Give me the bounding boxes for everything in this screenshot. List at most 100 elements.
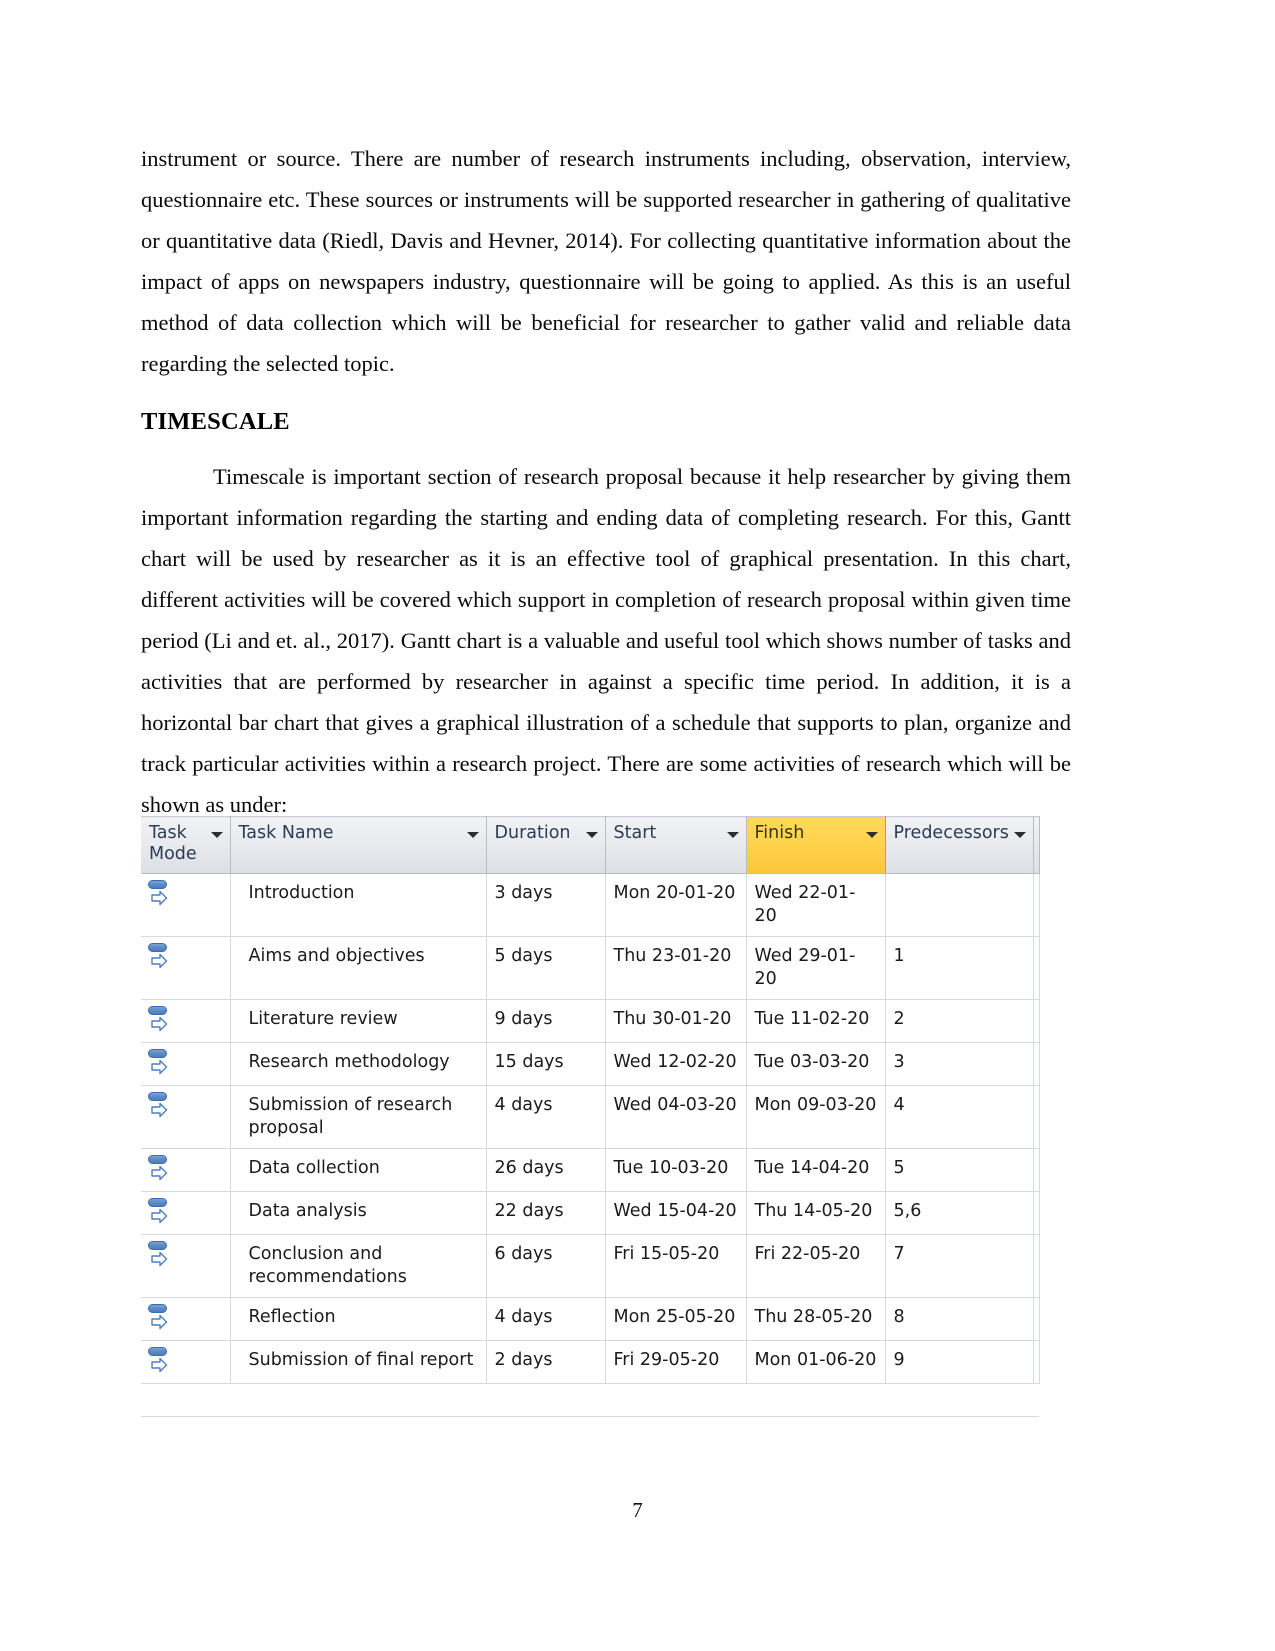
cell-extra[interactable] bbox=[1033, 1297, 1040, 1341]
auto-scheduled-icon[interactable] bbox=[148, 1304, 170, 1334]
column-header-task-name[interactable]: Task Name bbox=[230, 816, 487, 874]
cell-task-mode[interactable] bbox=[141, 1085, 231, 1149]
auto-scheduled-icon[interactable] bbox=[148, 1049, 170, 1079]
cell-extra[interactable] bbox=[1033, 873, 1040, 937]
cell-task-mode[interactable] bbox=[141, 1234, 231, 1298]
cell-finish[interactable]: Mon 01-06-20 bbox=[746, 1340, 886, 1384]
cell-duration[interactable]: 9 days bbox=[486, 999, 606, 1043]
cell-duration[interactable]: 2 days bbox=[486, 1340, 606, 1384]
cell-duration[interactable]: 4 days bbox=[486, 1085, 606, 1149]
filter-arrow-icon[interactable] bbox=[210, 832, 223, 838]
cell-predecessors[interactable]: 9 bbox=[885, 1340, 1034, 1384]
table-row[interactable]: Research methodology 15 days Wed 12-02-20 T… bbox=[141, 1042, 1040, 1086]
cell-predecessors[interactable]: 5,6 bbox=[885, 1191, 1034, 1235]
cell-start[interactable]: Fri 15-05-20 bbox=[605, 1234, 747, 1298]
cell-task-name[interactable]: Aims and objectives bbox=[230, 936, 487, 1000]
cell-task-name[interactable]: Data collection bbox=[230, 1148, 487, 1192]
cell-start[interactable]: Thu 30-01-20 bbox=[605, 999, 747, 1043]
cell-task-name[interactable]: Reflection bbox=[230, 1297, 487, 1341]
cell-finish[interactable]: Tue 14-04-20 bbox=[746, 1148, 886, 1192]
cell-predecessors[interactable]: 8 bbox=[885, 1297, 1034, 1341]
cell-task-mode[interactable] bbox=[141, 999, 231, 1043]
cell-task-mode[interactable] bbox=[141, 873, 231, 937]
table-row[interactable]: Submission of final report 2 days Fri 29-0… bbox=[141, 1340, 1040, 1384]
cell-task-name[interactable]: Research methodology bbox=[230, 1042, 487, 1086]
column-header-start[interactable]: Start bbox=[605, 816, 747, 874]
cell-finish[interactable]: Thu 28-05-20 bbox=[746, 1297, 886, 1341]
cell-duration[interactable]: 4 days bbox=[486, 1297, 606, 1341]
column-header-task-mode[interactable]: Task Mode bbox=[141, 816, 231, 874]
filter-arrow-icon[interactable] bbox=[726, 832, 739, 838]
table-row[interactable]: Reflection 4 days Mon 25-05-20 Thu 28-05-20… bbox=[141, 1297, 1040, 1341]
auto-scheduled-icon[interactable] bbox=[148, 1198, 170, 1228]
cell-predecessors[interactable]: 4 bbox=[885, 1085, 1034, 1149]
cell-task-mode[interactable] bbox=[141, 1191, 231, 1235]
auto-scheduled-icon[interactable] bbox=[148, 1155, 170, 1185]
cell-extra[interactable] bbox=[1033, 1234, 1040, 1298]
filter-arrow-icon[interactable] bbox=[466, 832, 479, 838]
cell-predecessors[interactable]: 1 bbox=[885, 936, 1034, 1000]
cell-start[interactable]: Fri 29-05-20 bbox=[605, 1340, 747, 1384]
cell-predecessors[interactable]: 3 bbox=[885, 1042, 1034, 1086]
table-row[interactable]: Data collection 26 days Tue 10-03-20 Tue 14… bbox=[141, 1148, 1040, 1192]
auto-scheduled-icon[interactable] bbox=[148, 880, 170, 910]
cell-duration[interactable]: 22 days bbox=[486, 1191, 606, 1235]
cell-task-name[interactable]: Data analysis bbox=[230, 1191, 487, 1235]
cell-extra[interactable] bbox=[1033, 1191, 1040, 1235]
auto-scheduled-icon[interactable] bbox=[148, 1092, 170, 1122]
cell-task-mode[interactable] bbox=[141, 1340, 231, 1384]
cell-start[interactable]: Mon 20-01-20 bbox=[605, 873, 747, 937]
table-row[interactable]: Aims and objectives 5 days Thu 23-01-20 Wed… bbox=[141, 936, 1040, 1000]
cell-task-name[interactable]: Literature review bbox=[230, 999, 487, 1043]
cell-duration[interactable]: 3 days bbox=[486, 873, 606, 937]
auto-scheduled-icon[interactable] bbox=[148, 1241, 170, 1271]
table-row[interactable]: Submission of research proposal 4 days Wed… bbox=[141, 1085, 1040, 1149]
column-header-finish[interactable]: Finish bbox=[746, 816, 886, 874]
cell-task-name[interactable]: Submission of research proposal bbox=[230, 1085, 487, 1149]
filter-arrow-icon[interactable] bbox=[1013, 832, 1026, 838]
cell-task-mode[interactable] bbox=[141, 1148, 231, 1192]
cell-task-name[interactable]: Introduction bbox=[230, 873, 487, 937]
table-row[interactable]: Introduction 3 days Mon 20-01-20 Wed 22-01-… bbox=[141, 873, 1040, 937]
cell-finish[interactable]: Fri 22-05-20 bbox=[746, 1234, 886, 1298]
cell-duration[interactable]: 5 days bbox=[486, 936, 606, 1000]
cell-predecessors[interactable]: 7 bbox=[885, 1234, 1034, 1298]
cell-finish[interactable]: Wed 29-01-20 bbox=[746, 936, 886, 1000]
cell-extra[interactable] bbox=[1033, 1042, 1040, 1086]
table-row[interactable]: Literature review 9 days Thu 30-01-20 Tue 1… bbox=[141, 999, 1040, 1043]
cell-predecessors[interactable]: 2 bbox=[885, 999, 1034, 1043]
filter-arrow-icon[interactable] bbox=[865, 832, 878, 838]
cell-task-mode[interactable] bbox=[141, 1042, 231, 1086]
cell-extra[interactable] bbox=[1033, 936, 1040, 1000]
cell-extra[interactable] bbox=[1033, 1148, 1040, 1192]
table-row[interactable]: Conclusion and recommendations 6 days Fri … bbox=[141, 1234, 1040, 1298]
cell-extra[interactable] bbox=[1033, 1085, 1040, 1149]
cell-start[interactable]: Mon 25-05-20 bbox=[605, 1297, 747, 1341]
auto-scheduled-icon[interactable] bbox=[148, 1347, 170, 1377]
cell-task-mode[interactable] bbox=[141, 936, 231, 1000]
cell-predecessors[interactable] bbox=[885, 873, 1034, 937]
cell-start[interactable]: Wed 12-02-20 bbox=[605, 1042, 747, 1086]
column-header-duration[interactable]: Duration bbox=[486, 816, 606, 874]
filter-arrow-icon[interactable] bbox=[585, 832, 598, 838]
cell-task-name[interactable]: Conclusion and recommendations bbox=[230, 1234, 487, 1298]
cell-duration[interactable]: 26 days bbox=[486, 1148, 606, 1192]
cell-start[interactable]: Wed 04-03-20 bbox=[605, 1085, 747, 1149]
table-row[interactable]: Data analysis 22 days Wed 15-04-20 Thu 14-0… bbox=[141, 1191, 1040, 1235]
column-header-extra[interactable] bbox=[1033, 816, 1040, 874]
cell-extra[interactable] bbox=[1033, 999, 1040, 1043]
auto-scheduled-icon[interactable] bbox=[148, 1006, 170, 1036]
cell-duration[interactable]: 15 days bbox=[486, 1042, 606, 1086]
cell-finish[interactable]: Tue 11-02-20 bbox=[746, 999, 886, 1043]
cell-task-mode[interactable] bbox=[141, 1297, 231, 1341]
cell-start[interactable]: Tue 10-03-20 bbox=[605, 1148, 747, 1192]
cell-duration[interactable]: 6 days bbox=[486, 1234, 606, 1298]
cell-start[interactable]: Wed 15-04-20 bbox=[605, 1191, 747, 1235]
cell-finish[interactable]: Tue 03-03-20 bbox=[746, 1042, 886, 1086]
cell-extra[interactable] bbox=[1033, 1340, 1040, 1384]
column-header-predecessors[interactable]: Predecessors bbox=[885, 816, 1034, 874]
cell-predecessors[interactable]: 5 bbox=[885, 1148, 1034, 1192]
cell-finish[interactable]: Thu 14-05-20 bbox=[746, 1191, 886, 1235]
cell-finish[interactable]: Mon 09-03-20 bbox=[746, 1085, 886, 1149]
cell-start[interactable]: Thu 23-01-20 bbox=[605, 936, 747, 1000]
